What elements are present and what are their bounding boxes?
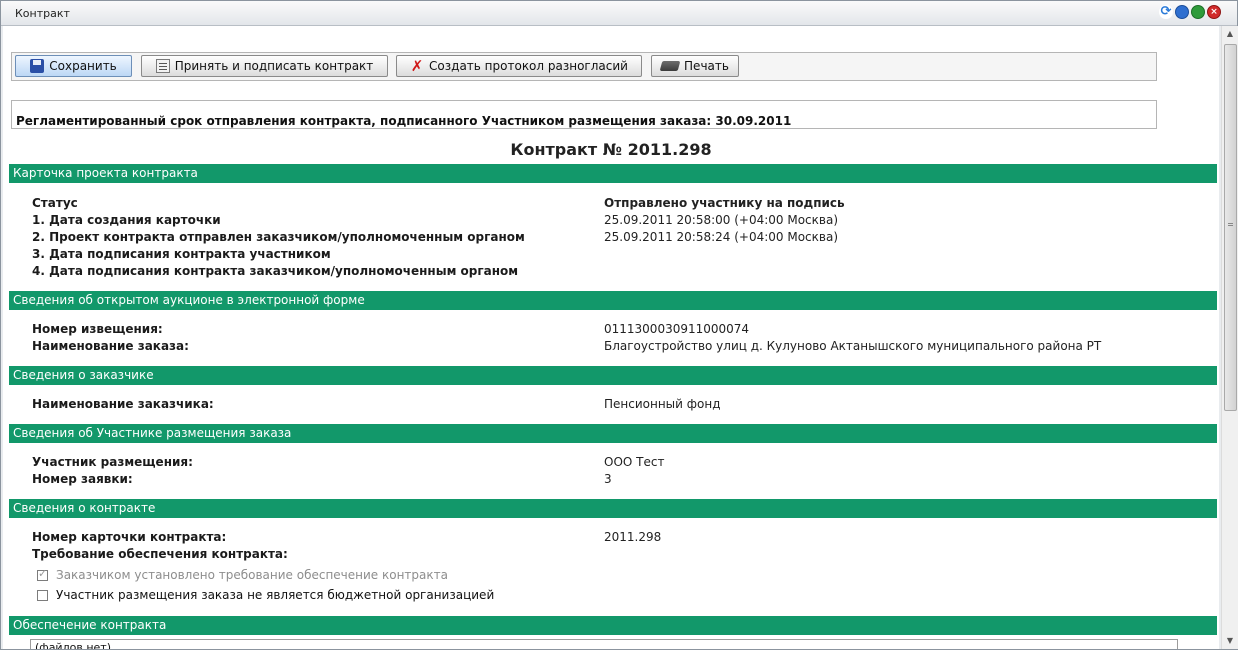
scroll-down-icon[interactable]: ▼ bbox=[1222, 633, 1238, 649]
red-cross-icon: ✗ bbox=[410, 57, 424, 75]
field-label: Номер карточки контракта: bbox=[32, 530, 227, 544]
field-label: Номер извещения: bbox=[32, 322, 163, 336]
window-title: Контракт bbox=[15, 7, 70, 20]
card-row: 2. Проект контракта отправлен заказчиком… bbox=[32, 230, 1212, 246]
accept-sign-button[interactable]: Принять и подписать контракт bbox=[141, 55, 388, 77]
checkbox-box[interactable] bbox=[37, 567, 48, 581]
files-placeholder: (файлов нет) bbox=[35, 641, 111, 649]
field-label: Номер заявки: bbox=[32, 472, 133, 486]
section-header-customer: Сведения о заказчике bbox=[9, 366, 1217, 385]
field-value: Пенсионный фонд bbox=[604, 397, 721, 411]
save-button[interactable]: Сохранить bbox=[15, 55, 132, 77]
deadline-notice: Регламентированный срок отправления конт… bbox=[11, 100, 1157, 129]
field-value: ООО Тест bbox=[604, 455, 665, 469]
field-label: Наименование заказа: bbox=[32, 339, 189, 353]
field-label: Статус bbox=[32, 196, 78, 210]
refresh-icon[interactable]: ⟳ bbox=[1159, 5, 1173, 19]
checkbox-label: Заказчиком установлено требование обеспе… bbox=[56, 568, 448, 582]
field-label: Участник размещения: bbox=[32, 455, 193, 469]
field-value: 3 bbox=[604, 472, 612, 486]
field-value: 0111300030911000074 bbox=[604, 322, 750, 336]
print-button-label: Печать bbox=[684, 59, 729, 73]
content-area: Сохранить Принять и подписать контракт ✗… bbox=[3, 26, 1219, 649]
maximize-icon[interactable] bbox=[1191, 5, 1205, 19]
field-value: Благоустройство улиц д. Кулуново Актаныш… bbox=[604, 339, 1102, 353]
save-button-label: Сохранить bbox=[49, 59, 117, 73]
create-protocol-button[interactable]: ✗ Создать протокол разногласий bbox=[396, 55, 642, 77]
floppy-disk-icon bbox=[30, 59, 45, 73]
checkbox-label: Участник размещения заказа не является б… bbox=[56, 588, 495, 602]
contract-window: Контракт ⟳ × Сохранить Принять и подписа… bbox=[0, 0, 1238, 650]
card-row: 1. Дата создания карточки 25.09.2011 20:… bbox=[32, 213, 1212, 229]
card-row: 4. Дата подписания контракта заказчиком/… bbox=[32, 264, 1212, 280]
field-label: 3. Дата подписания контракта участником bbox=[32, 247, 331, 261]
scroll-up-icon[interactable]: ▲ bbox=[1222, 26, 1238, 42]
field-value: 25.09.2011 20:58:00 (+04:00 Москва) bbox=[604, 213, 839, 227]
print-button[interactable]: Печать bbox=[651, 55, 739, 77]
files-list[interactable]: (файлов нет) bbox=[30, 639, 1178, 649]
toolbar: Сохранить Принять и подписать контракт ✗… bbox=[11, 52, 1157, 81]
checkbox-box[interactable] bbox=[37, 589, 48, 601]
create-protocol-button-label: Создать протокол разногласий bbox=[429, 59, 628, 73]
field-label: Требование обеспечения контракта: bbox=[32, 547, 288, 561]
section-header-participant: Сведения об Участнике размещения заказа bbox=[9, 424, 1217, 443]
deadline-notice-text: Регламентированный срок отправления конт… bbox=[16, 114, 792, 128]
contract-row: Требование обеспечения контракта: bbox=[32, 547, 1212, 563]
printer-icon bbox=[659, 61, 681, 71]
section-header-contract: Сведения о контракте bbox=[9, 499, 1217, 518]
field-value: 25.09.2011 20:58:24 (+04:00 Москва) bbox=[604, 230, 839, 244]
window-controls: ⟳ × bbox=[1159, 5, 1221, 19]
section-header-auction: Сведения об открытом аукционе в электрон… bbox=[9, 291, 1217, 310]
field-label: 1. Дата создания карточки bbox=[32, 213, 221, 227]
participant-row: Номер заявки: 3 bbox=[32, 472, 1212, 488]
security-required-checkbox[interactable]: Заказчиком установлено требование обеспе… bbox=[37, 567, 448, 582]
card-row: 3. Дата подписания контракта участником bbox=[32, 247, 1212, 263]
card-row: Статус Отправлено участнику на подпись bbox=[32, 196, 1212, 212]
section-header-card: Карточка проекта контракта bbox=[9, 164, 1217, 183]
accept-sign-button-label: Принять и подписать контракт bbox=[174, 59, 374, 73]
vertical-scrollbar[interactable]: ▲ ▼ bbox=[1221, 26, 1238, 649]
customer-row: Наименование заказчика: Пенсионный фонд bbox=[32, 397, 1212, 413]
field-label: 4. Дата подписания контракта заказчиком/… bbox=[32, 264, 519, 278]
auction-row: Номер извещения: 0111300030911000074 bbox=[32, 322, 1212, 338]
participant-row: Участник размещения: ООО Тест bbox=[32, 455, 1212, 471]
contract-row: Номер карточки контракта: 2011.298 bbox=[32, 530, 1212, 546]
field-label: 2. Проект контракта отправлен заказчиком… bbox=[32, 230, 525, 244]
close-icon[interactable]: × bbox=[1207, 5, 1221, 19]
field-value: Отправлено участнику на подпись bbox=[604, 196, 845, 210]
section-header-security: Обеспечение контракта bbox=[9, 616, 1217, 635]
field-label: Наименование заказчика: bbox=[32, 397, 214, 411]
title-bar: Контракт ⟳ × bbox=[1, 1, 1237, 26]
document-sign-icon bbox=[155, 59, 170, 73]
auction-row: Наименование заказа: Благоустройство ули… bbox=[32, 339, 1212, 355]
minimize-icon[interactable] bbox=[1175, 5, 1189, 19]
page-title: Контракт № 2011.298 bbox=[510, 140, 712, 159]
not-budget-org-checkbox[interactable]: Участник размещения заказа не является б… bbox=[37, 588, 494, 602]
field-value: 2011.298 bbox=[604, 530, 662, 544]
scrollbar-thumb[interactable] bbox=[1224, 44, 1237, 411]
